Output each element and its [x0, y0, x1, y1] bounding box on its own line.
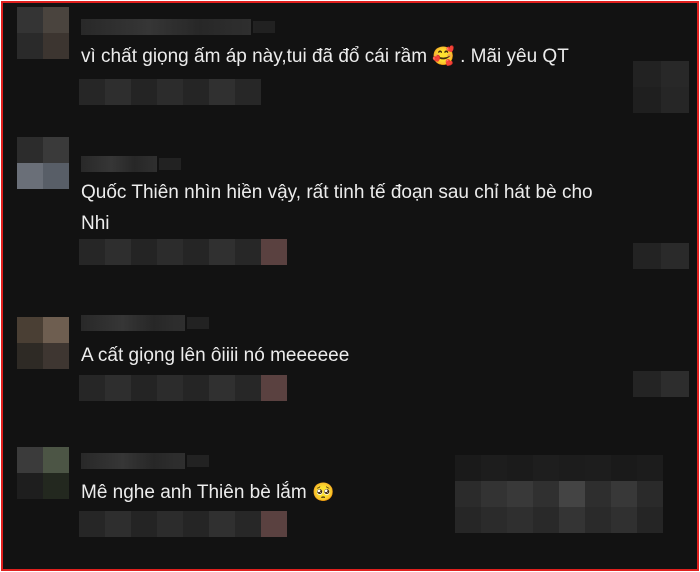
comment-body: Mê nghe anh Thiên bè lắm [81, 482, 307, 503]
username-redacted[interactable] [81, 156, 181, 172]
comment-actions-redacted[interactable] [79, 375, 287, 401]
comment-actions-redacted[interactable] [79, 239, 287, 265]
smiling-face-hearts-icon: 🥰 [432, 46, 455, 66]
comment-actions-redacted[interactable] [79, 511, 287, 537]
redacted-area [633, 61, 689, 113]
username-redacted[interactable] [81, 315, 209, 331]
redacted-area [633, 243, 689, 269]
redacted-area [455, 455, 663, 533]
comment-text: vì chất giọng ấm áp này,tui đã đổ cái rầ… [81, 41, 621, 72]
comment-actions-redacted[interactable] [79, 79, 261, 105]
avatar[interactable] [17, 447, 69, 499]
comment-suffix: . Mãi yêu QT [460, 46, 569, 67]
avatar[interactable] [17, 137, 69, 189]
avatar[interactable] [17, 317, 69, 369]
redacted-area [633, 371, 689, 397]
comment-text: A cất giọng lên ôiiii nó meeeeee [81, 345, 350, 366]
comment-text: Quốc Thiên nhìn hiền vậy, rất tinh tế đo… [81, 182, 593, 234]
avatar[interactable] [17, 7, 69, 59]
comment-body: vì chất giọng ấm áp này,tui đã đổ cái rầ… [81, 46, 428, 67]
comment-section: vì chất giọng ấm áp này,tui đã đổ cái rầ… [1, 1, 699, 571]
pleading-face-icon: 🥺 [311, 482, 335, 502]
username-redacted[interactable] [81, 453, 209, 469]
username-redacted[interactable] [81, 19, 275, 35]
